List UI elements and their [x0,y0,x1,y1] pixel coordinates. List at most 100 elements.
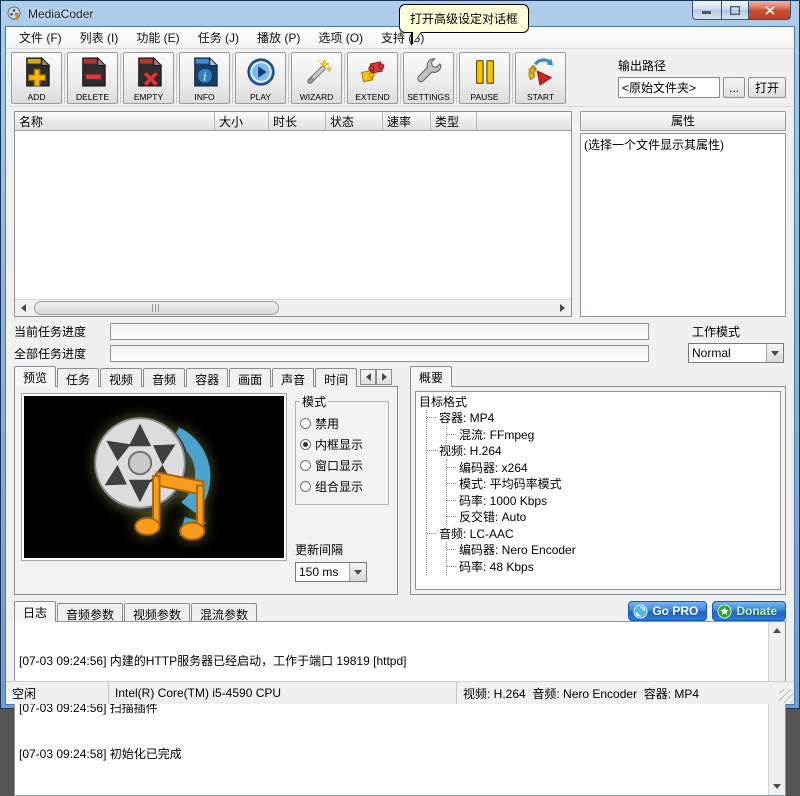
tab-log[interactable]: 日志 [14,601,57,622]
preview-notebook: 预览 任务 视频 音频 容器 画面 声音 时间 模式 禁用 内框显示 窗口显示 … [14,366,398,595]
update-interval-select[interactable]: 150 ms [295,562,367,582]
log-vertical-scrollbar[interactable] [768,622,785,795]
tree-node-video-encoder[interactable]: 编码器: x264 [447,459,777,476]
mode-option-window[interactable]: 窗口显示 [300,457,384,474]
file-list[interactable]: 名称 大小 时长 状态 速率 类型 [14,111,572,317]
tree-node-muxer[interactable]: 混流: FFmpeg [447,426,777,443]
play-button[interactable]: PLAY [235,51,286,104]
menu-options[interactable]: 选项 (O) [309,27,372,48]
extend-button[interactable]: EXTEND [347,51,398,104]
add-file-icon [22,53,52,92]
window-title: MediaCoder [28,6,94,21]
maximize-button[interactable] [721,1,748,20]
settings-button[interactable]: SETTINGS [403,51,454,104]
properties-body: (选择一个文件显示其属性) [580,133,786,317]
tab-summary[interactable]: 概要 [410,366,453,387]
output-path-input[interactable] [618,77,720,98]
open-folder-button[interactable]: 打开 [748,77,786,98]
start-button[interactable]: START [515,51,566,104]
info-button[interactable]: i INFO [179,51,230,104]
tree-node-video-mode[interactable]: 模式: 平均码率模式 [447,476,777,493]
tab-preview[interactable]: 预览 [14,366,57,387]
update-interval-label: 更新间隔 [295,543,344,557]
tab-scroll-left-button[interactable] [360,369,377,385]
mode-option-inline[interactable]: 内框显示 [300,436,384,453]
mode-group-legend: 模式 [302,395,327,409]
tab-time[interactable]: 时间 [315,368,358,387]
chevron-down-icon[interactable] [349,563,366,581]
minimize-button[interactable] [692,1,721,20]
tab-video-params[interactable]: 视频参数 [124,603,191,622]
tree-node-audio-encoder[interactable]: 编码器: Nero Encoder [447,542,777,559]
column-duration[interactable]: 时长 [269,112,326,131]
menu-playback[interactable]: 播放 (P) [248,27,309,48]
menu-list[interactable]: 列表 (I) [71,27,128,48]
mode-option-combined[interactable]: 组合显示 [300,478,384,495]
preview-mode-radio[interactable] [300,439,311,450]
wizard-button[interactable]: WIZARD [291,51,342,104]
preview-mode-radio[interactable] [300,460,311,471]
middle-section: 预览 任务 视频 音频 容器 画面 声音 时间 模式 禁用 内框显示 窗口显示 … [6,365,794,599]
tree-node-video-bitrate[interactable]: 码率: 1000 Kbps [447,492,777,509]
column-name[interactable]: 名称 [15,112,215,131]
tab-audio-params[interactable]: 音频参数 [57,603,124,622]
resize-grip[interactable] [779,689,793,703]
tree-node-video[interactable]: 视频: H.264 [427,443,777,460]
donate-button[interactable]: Donate [712,601,786,621]
add-button[interactable]: ADD [11,51,62,104]
preview-mode-radio[interactable] [300,418,311,429]
puzzle-icon [358,53,388,92]
column-status[interactable]: 状态 [326,112,383,131]
tab-mux-params[interactable]: 混流参数 [191,603,258,622]
tree-root[interactable]: 目标格式 [419,393,777,410]
preview-mode-radio[interactable] [300,481,311,492]
scroll-down-button[interactable] [769,778,785,795]
menu-features[interactable]: 功能 (E) [127,27,188,48]
bottom-section: 日志 音频参数 视频参数 混流参数 Go PRO Donate [07-03 0… [6,599,794,796]
chevron-down-icon[interactable] [766,344,783,362]
tab-picture[interactable]: 画面 [229,368,272,387]
column-type[interactable]: 类型 [431,112,477,131]
tree-node-deinterlace[interactable]: 反交错: Auto [447,509,777,526]
scroll-thumb[interactable] [34,301,280,315]
mode-option-disable[interactable]: 禁用 [300,415,384,432]
delete-button[interactable]: DELETE [67,51,118,104]
horizontal-scrollbar[interactable] [15,299,571,316]
go-pro-button[interactable]: Go PRO [628,601,708,621]
tab-scroll-right-button[interactable] [376,369,393,385]
browse-button[interactable]: ... [722,77,745,98]
tree-node-audio[interactable]: 音频: LC-AAC [427,525,777,542]
mediacoder-window: MediaCoder 打开高级设定对话框 文件 (F) 列表 (I) 功能 (E… [0,0,800,796]
empty-button[interactable]: EMPTY [123,51,174,104]
tab-video[interactable]: 视频 [100,368,143,387]
tab-audio[interactable]: 音频 [143,368,186,387]
column-filler [477,112,571,131]
column-rate[interactable]: 速率 [383,112,431,131]
summary-tab-content: 目标格式 容器: MP4 混流: FFmpeg 视频: H.264 编码器: x… [410,386,786,595]
tab-task[interactable]: 任务 [57,368,100,387]
properties-header[interactable]: 属性 [580,111,786,131]
pause-button[interactable]: PAUSE [459,51,510,104]
tooltip-text: 打开高级设定对话框 [410,12,519,26]
menu-tasks[interactable]: 任务 (J) [189,27,248,48]
summary-tree[interactable]: 目标格式 容器: MP4 混流: FFmpeg 视频: H.264 编码器: x… [415,391,781,590]
empty-list-icon [134,53,164,92]
file-list-body[interactable] [15,131,571,299]
log-lines[interactable]: [07-03 09:24:56] 内建的HTTP服务器已经启动，工作于端口 19… [15,622,768,795]
close-button[interactable] [748,1,791,20]
scroll-left-button[interactable] [15,300,32,316]
scroll-up-button[interactable] [769,622,785,638]
tree-node-container[interactable]: 容器: MP4 [427,410,777,427]
main-area: 名称 大小 时长 状态 速率 类型 属性 (选择一个文件显示其属性) [6,107,794,319]
delete-file-icon [78,53,108,92]
scroll-track[interactable] [32,300,554,316]
tab-container[interactable]: 容器 [186,368,229,387]
column-size[interactable]: 大小 [215,112,269,131]
work-mode-select[interactable]: Normal [688,343,784,363]
tab-sound[interactable]: 声音 [272,368,315,387]
menu-file[interactable]: 文件 (F) [10,27,71,48]
toolbar: ADD DELETE EMPTY i INFO PLAY WIZARD EXTE… [6,49,794,107]
scroll-right-button[interactable] [554,300,571,316]
tree-node-audio-bitrate[interactable]: 码率: 48 Kbps [447,558,777,575]
total-progress-bar [110,345,649,362]
